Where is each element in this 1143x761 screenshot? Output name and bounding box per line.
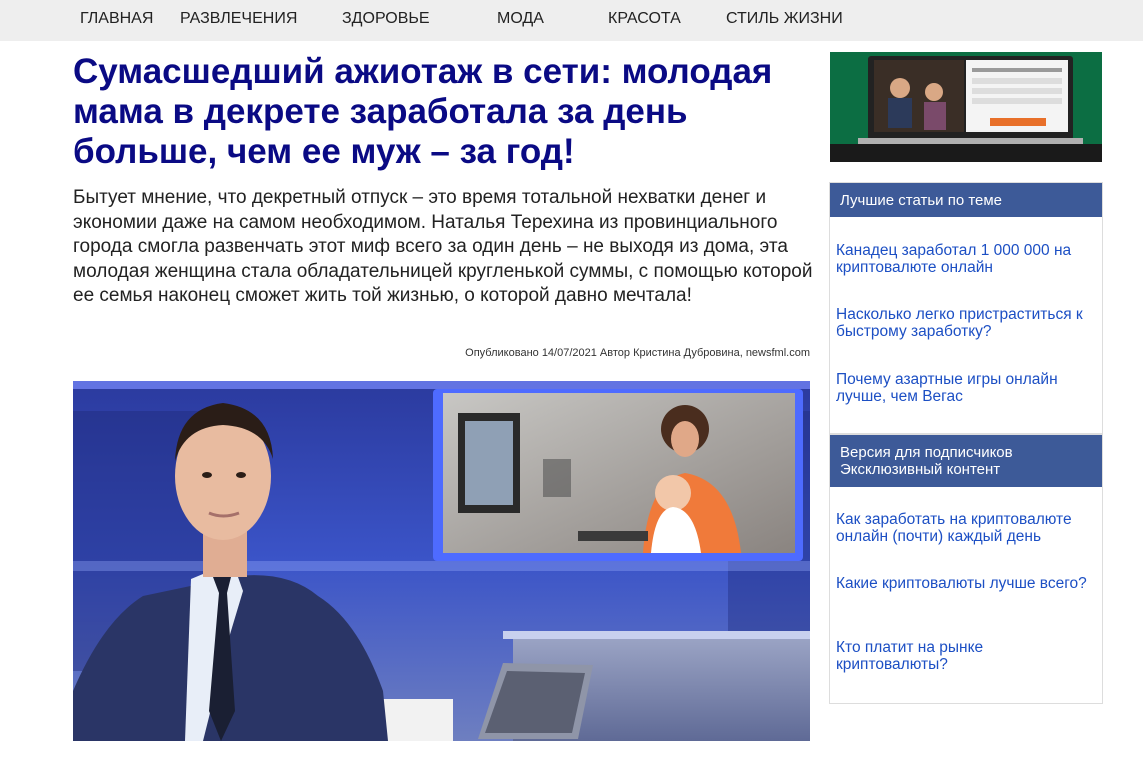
nav-item-beauty[interactable]: КРАСОТА	[608, 10, 681, 28]
top-navigation: ГЛАВНАЯ РАЗВЛЕЧЕНИЯ ЗДОРОВЬЕ МОДА КРАСОТ…	[0, 0, 1143, 41]
related-article-link[interactable]: Канадец заработал 1 000 000 на криптовал…	[836, 242, 1098, 276]
sidebar-related-header: Лучшие статьи по теме	[830, 183, 1102, 217]
article-lead: Бытует мнение, что декретный отпуск – эт…	[73, 187, 813, 306]
sidebar-exclusive-title-line1: Версия для подписчиков	[840, 444, 1013, 461]
ad-banner-image	[830, 52, 1102, 162]
hero-image	[73, 381, 810, 741]
sidebar-exclusive-title-line2: Эксклюзивный контент	[840, 461, 1001, 478]
nav-item-lifestyle[interactable]: СТИЛЬ ЖИЗНИ	[726, 10, 843, 28]
related-article-link[interactable]: Насколько легко пристраститься к быстром…	[836, 306, 1098, 340]
sidebar-exclusive-content: Версия для подписчиков Эксклюзивный конт…	[829, 434, 1103, 704]
nav-item-fashion[interactable]: МОДА	[497, 10, 544, 28]
sidebar-related-articles: Лучшие статьи по теме Канадец заработал …	[829, 182, 1103, 434]
sidebar-exclusive-header: Версия для подписчиков Эксклюзивный конт…	[830, 435, 1102, 487]
related-article-link[interactable]: Почему азартные игры онлайн лучше, чем В…	[836, 371, 1098, 405]
article-byline: Опубликовано 14/07/2021 Автор Кристина Д…	[465, 347, 810, 359]
nav-item-home[interactable]: ГЛАВНАЯ	[80, 10, 153, 28]
sidebar-advertisement[interactable]	[830, 52, 1102, 162]
nav-item-health[interactable]: ЗДОРОВЬЕ	[342, 10, 430, 28]
article-headline: Сумасшедший ажиотаж в сети: молодая мама…	[73, 52, 773, 171]
exclusive-article-link[interactable]: Как заработать на криптовалюте онлайн (п…	[836, 511, 1098, 545]
nav-item-entertainment[interactable]: РАЗВЛЕЧЕНИЯ	[180, 10, 297, 28]
exclusive-article-link[interactable]: Кто платит на рынке криптовалюты?	[836, 639, 1098, 673]
sidebar-related-title: Лучшие статьи по теме	[840, 191, 1003, 209]
exclusive-article-link[interactable]: Какие криптовалюты лучше всего?	[836, 575, 1098, 592]
news-studio-illustration	[73, 381, 810, 741]
